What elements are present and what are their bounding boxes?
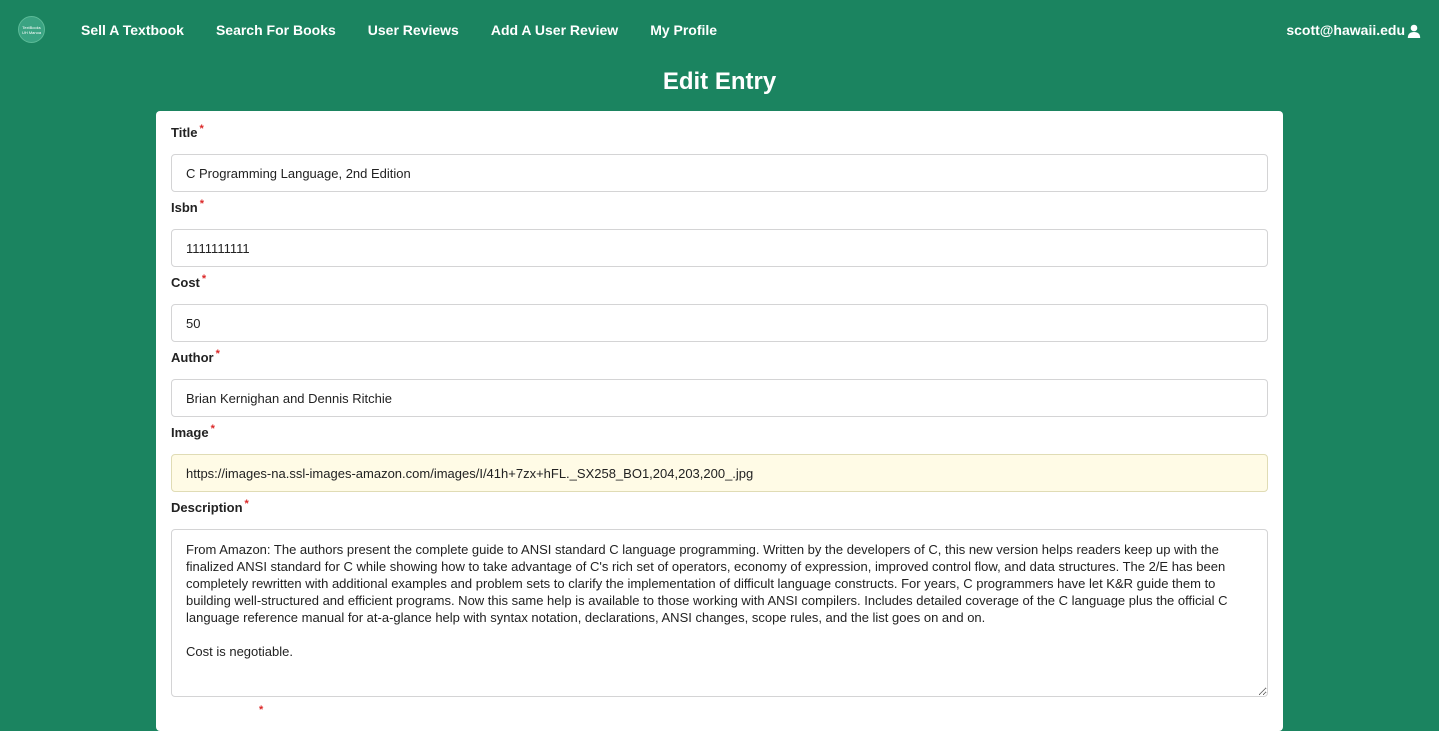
required-marker: *	[259, 704, 264, 716]
description-field-group: Description * From Amazon: The authors pr…	[171, 498, 1268, 697]
required-marker: *	[199, 123, 204, 135]
cut-off-field-label: *	[171, 704, 264, 722]
image-label: Image *	[171, 423, 215, 440]
author-label: Author *	[171, 348, 220, 365]
nav-sell-textbook[interactable]: Sell A Textbook	[81, 20, 184, 40]
required-marker: *	[210, 423, 215, 435]
isbn-field-group: Isbn *	[171, 198, 1268, 267]
image-url-input[interactable]	[171, 454, 1268, 492]
edit-entry-form: Title* Isbn* Cost* Author* Image* Descri…	[156, 111, 1283, 731]
cost-field-group: Cost *	[171, 273, 1268, 342]
required-marker: *	[244, 498, 249, 510]
page-title: Edit Entry	[662, 68, 777, 95]
title-label: Title *	[171, 123, 204, 140]
description-textarea[interactable]: From Amazon: The authors present the com…	[171, 529, 1268, 697]
author-field-group: Author *	[171, 348, 1268, 417]
isbn-input[interactable]	[171, 229, 1268, 267]
required-marker: *	[199, 198, 205, 210]
image-field-group: Image *	[171, 423, 1268, 492]
site-logo[interactable]: TextBooks UH Manoa	[18, 16, 45, 43]
user-icon	[1407, 23, 1421, 38]
required-marker: *	[201, 273, 207, 285]
top-navbar: TextBooks UH Manoa Sell A Textbook Searc…	[0, 0, 1439, 60]
nav-links: Sell A Textbook Search For Books User Re…	[81, 20, 749, 40]
title-input[interactable]	[171, 154, 1268, 192]
author-input[interactable]	[171, 379, 1268, 417]
nav-my-profile[interactable]: My Profile	[650, 20, 717, 40]
description-label: Description *	[171, 498, 249, 515]
nav-user-reviews[interactable]: User Reviews	[368, 20, 459, 40]
required-marker: *	[215, 348, 220, 360]
user-menu[interactable]: scott@hawaii.edu	[1286, 20, 1421, 40]
isbn-label: Isbn *	[171, 198, 205, 215]
cost-input[interactable]	[171, 304, 1268, 342]
nav-add-user-review[interactable]: Add A User Review	[491, 20, 618, 40]
user-email: scott@hawaii.edu	[1286, 22, 1405, 38]
title-field-group: Title *	[171, 123, 1268, 192]
nav-search-books[interactable]: Search For Books	[216, 20, 336, 40]
cost-label: Cost *	[171, 273, 207, 290]
